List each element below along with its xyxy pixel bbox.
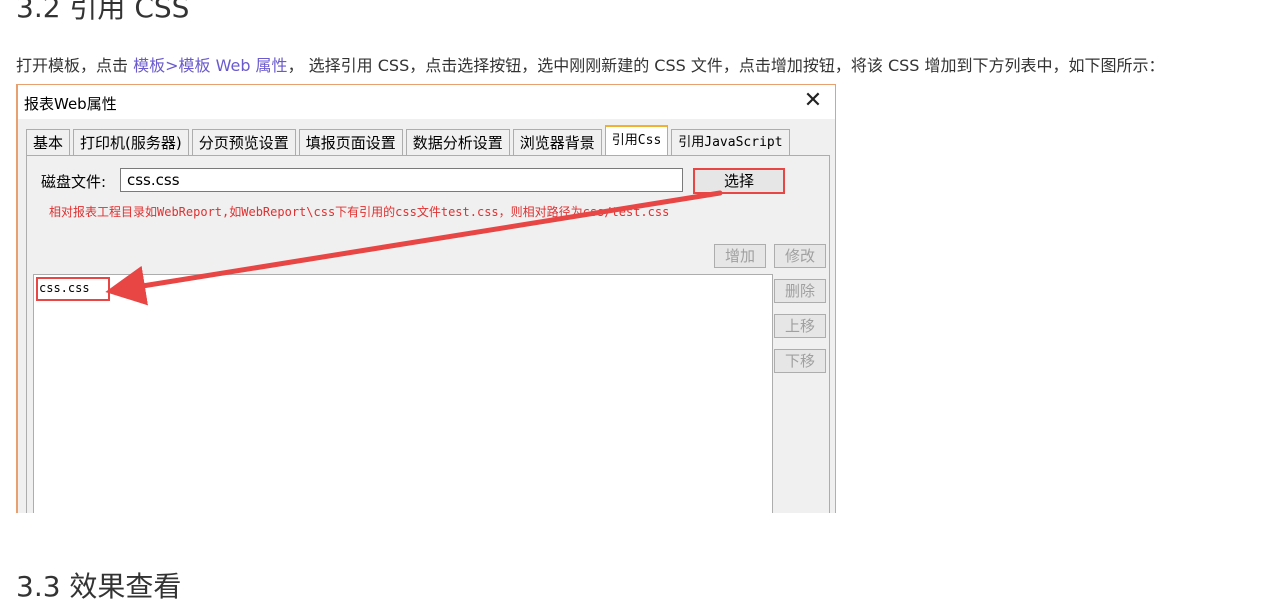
instruction-paragraph: 打开模板，点击 模板>模板 Web 属性， 选择引用 CSS，点击选择按钮，选中… <box>16 52 1165 76</box>
tab-fill-page[interactable]: 填报页面设置 <box>298 129 403 155</box>
choose-button[interactable]: 选择 <box>693 168 785 194</box>
section-heading-3-2: 3.2 引用 CSS <box>16 0 190 24</box>
move-down-button[interactable]: 下移 <box>774 349 826 373</box>
css-settings-panel: 磁盘文件: css.css 选择 相对报表工程目录如WebReport,如Web… <box>26 155 830 513</box>
tab-reference-javascript[interactable]: 引用JavaScript <box>671 129 790 155</box>
dialog-screenshot: 报表Web属性 ✕ 基本 打印机(服务器) 分页预览设置 填报页面设置 数据分析… <box>16 84 836 513</box>
tab-data-analysis[interactable]: 数据分析设置 <box>405 129 510 155</box>
section-heading-3-3: 3.3 效果查看 <box>16 570 182 603</box>
dialog-titlebar: 报表Web属性 ✕ <box>18 85 835 119</box>
tab-browser-background[interactable]: 浏览器背景 <box>512 129 602 155</box>
paragraph-text-start: 打开模板，点击 <box>16 56 134 75</box>
path-hint-text: 相对报表工程目录如WebReport,如WebReport\css下有引用的cs… <box>49 205 670 219</box>
tab-reference-css[interactable]: 引用Css <box>604 125 669 155</box>
dialog-title: 报表Web属性 <box>24 95 117 113</box>
css-reference-list[interactable]: css.css <box>33 274 773 513</box>
add-button[interactable]: 增加 <box>714 244 766 268</box>
disk-file-label: 磁盘文件: <box>41 173 107 191</box>
move-up-button[interactable]: 上移 <box>774 314 826 338</box>
tab-basic[interactable]: 基本 <box>26 129 71 155</box>
tab-printer[interactable]: 打印机(服务器) <box>73 129 189 155</box>
tab-bar: 基本 打印机(服务器) 分页预览设置 填报页面设置 数据分析设置 浏览器背景 引… <box>26 125 793 155</box>
disk-file-input[interactable]: css.css <box>120 168 683 192</box>
tab-page-preview[interactable]: 分页预览设置 <box>191 129 296 155</box>
close-icon[interactable]: ✕ <box>801 89 825 113</box>
delete-button[interactable]: 删除 <box>774 279 826 303</box>
template-web-attr-link[interactable]: 模板>模板 Web 属性 <box>133 56 287 75</box>
list-item[interactable]: css.css <box>36 277 110 301</box>
edit-button[interactable]: 修改 <box>774 244 826 268</box>
paragraph-text-end: ， 选择引用 CSS，点击选择按钮，选中刚刚新建的 CSS 文件，点击增加按钮，… <box>287 56 1165 75</box>
